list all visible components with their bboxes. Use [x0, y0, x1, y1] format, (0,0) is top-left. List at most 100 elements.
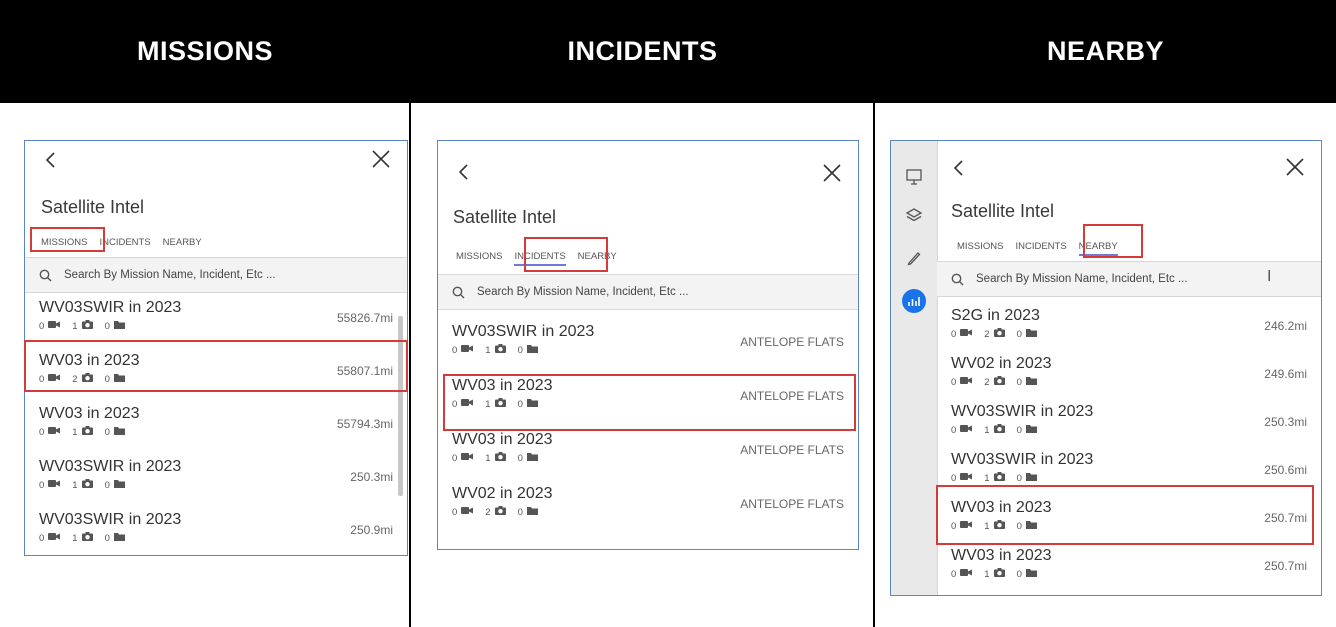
tab-nearby[interactable]: NEARBY: [572, 247, 623, 266]
list-item[interactable]: WV03SWIR in 2023 0 1 0 250.3mi: [25, 452, 407, 505]
media-counts: 0 1 0: [39, 479, 125, 491]
video-icon: [960, 568, 973, 580]
nav-bar: [937, 141, 1321, 181]
scrollbar[interactable]: [398, 316, 403, 496]
video-icon: [48, 373, 61, 385]
list-item[interactable]: WV03SWIR in 2023 0 1 0 250.3mi: [937, 397, 1321, 445]
video-icon: [461, 344, 474, 356]
row-value: ANTELOPE FLATS: [740, 335, 844, 349]
video-count: 0: [39, 479, 45, 491]
folder-icon: [526, 344, 538, 356]
list-item[interactable]: WV03 in 2023 0 1 0 250.7mi: [937, 493, 1321, 541]
tab-missions[interactable]: MISSIONS: [951, 237, 1009, 256]
back-icon[interactable]: [452, 159, 478, 185]
analytics-icon[interactable]: [902, 289, 926, 313]
camera-icon: [81, 479, 93, 491]
camera-icon: [993, 472, 1005, 484]
text-cursor-icon: I: [1267, 268, 1272, 285]
search-input[interactable]: Search By Mission Name, Incident, Etc ..…: [64, 269, 276, 281]
list-item[interactable]: WV03 in 2023 0 1 0 250.7mi: [937, 541, 1321, 589]
folder-icon: [113, 479, 125, 491]
search-bar[interactable]: Search By Mission Name, Incident, Etc ..…: [25, 257, 407, 293]
search-bar[interactable]: Search By Mission Name, Incident, Etc ..…: [438, 274, 858, 310]
back-icon[interactable]: [39, 147, 65, 173]
camera-icon: [993, 568, 1005, 580]
tab-missions[interactable]: MISSIONS: [35, 233, 93, 252]
nearby-list: S2G in 2023 0 2 0 246.2mi WV02 in 2023 0…: [937, 301, 1321, 589]
tab-nearby[interactable]: NEARBY: [1073, 237, 1124, 256]
mission-name: WV02 in 2023: [951, 355, 1052, 372]
camera-icon: [993, 520, 1005, 532]
folder-icon: [526, 452, 538, 464]
tab-incidents[interactable]: INCIDENTS: [508, 247, 571, 266]
photo-count: 1: [984, 520, 990, 532]
layers-icon[interactable]: [902, 204, 926, 228]
tab-incidents[interactable]: INCIDENTS: [93, 233, 156, 252]
mission-name: WV03 in 2023: [39, 405, 140, 422]
folder-icon: [113, 426, 125, 438]
row-value: 55794.3mi: [336, 417, 393, 431]
mission-name: WV03SWIR in 2023: [951, 451, 1094, 468]
list-item[interactable]: WV03SWIR in 2023 0 1 0 ANTELOPE FLATS: [438, 317, 858, 371]
search-bar[interactable]: Search By Mission Name, Incident, Etc ..…: [937, 261, 1321, 297]
close-icon[interactable]: [367, 145, 395, 173]
file-count: 0: [104, 479, 110, 491]
list-item[interactable]: WV03 in 2023 0 1 0 ANTELOPE FLATS: [438, 371, 858, 425]
media-counts: 0 2 0: [951, 376, 1037, 388]
tab-bar: MISSIONS INCIDENTS NEARBY: [951, 237, 1124, 256]
file-count: 0: [1016, 520, 1022, 532]
presentation-icon[interactable]: [902, 165, 926, 189]
photo-count: 2: [485, 506, 491, 518]
search-input[interactable]: Search By Mission Name, Incident, Etc ..…: [477, 286, 689, 298]
tab-incidents[interactable]: INCIDENTS: [1009, 237, 1072, 256]
row-value: ANTELOPE FLATS: [740, 389, 844, 403]
list-item[interactable]: WV03 in 2023 0 1 0 ANTELOPE FLATS: [438, 425, 858, 479]
video-icon: [48, 320, 61, 332]
mission-name: WV03SWIR in 2023: [452, 323, 595, 340]
tab-missions[interactable]: MISSIONS: [450, 247, 508, 266]
photo-count: 1: [72, 426, 78, 438]
panel-title: Satellite Intel: [951, 201, 1055, 221]
list-item[interactable]: WV03SWIR in 2023 0 1 0 250.9mi: [25, 505, 407, 555]
photo-count: 1: [984, 568, 990, 580]
media-counts: 0 2 0: [951, 328, 1037, 340]
pencil-icon[interactable]: [902, 246, 926, 270]
close-icon[interactable]: [818, 159, 846, 187]
folder-icon: [1025, 472, 1037, 484]
list-item[interactable]: WV03SWIR in 2023 0 1 0 250.6mi: [937, 445, 1321, 493]
photo-count: 1: [72, 532, 78, 544]
tab-nearby[interactable]: NEARBY: [157, 233, 208, 252]
photo-count: 2: [984, 328, 990, 340]
mission-name: WV03 in 2023: [452, 377, 553, 394]
search-input[interactable]: Search By Mission Name, Incident, Etc ..…: [976, 273, 1188, 285]
video-icon: [48, 426, 61, 438]
camera-icon: [993, 328, 1005, 340]
list-item[interactable]: S2G in 2023 0 2 0 246.2mi: [937, 301, 1321, 349]
header-incidents: INCIDENTS: [567, 36, 718, 66]
video-count: 0: [951, 520, 957, 532]
list-item[interactable]: WV03SWIR in 2023 0 1 0 55826.7mi: [25, 293, 407, 346]
list-item[interactable]: WV02 in 2023 0 2 0 249.6mi: [937, 349, 1321, 397]
nav-bar: [25, 141, 407, 181]
header-nearby: NEARBY: [1046, 36, 1164, 66]
media-counts: 0 1 0: [452, 452, 538, 464]
list-item[interactable]: WV02 in 2023 0 2 0 ANTELOPE FLATS: [438, 479, 858, 533]
panel-title: Satellite Intel: [453, 207, 557, 227]
media-counts: 0 2 0: [452, 506, 538, 518]
folder-icon: [113, 373, 125, 385]
list-item[interactable]: WV03 in 2023 0 1 0 55794.3mi: [25, 399, 407, 452]
media-counts: 0 1 0: [452, 344, 538, 356]
header-bar: MISSIONS INCIDENTS NEARBY: [0, 0, 1336, 103]
back-icon[interactable]: [947, 155, 973, 181]
file-count: 0: [517, 344, 523, 356]
close-icon[interactable]: [1281, 153, 1309, 181]
search-icon: [39, 269, 52, 281]
video-icon: [960, 424, 973, 436]
list-item[interactable]: WV03 in 2023 0 2 0 55807.1mi: [25, 346, 407, 399]
tab-bar: MISSIONS INCIDENTS NEARBY: [450, 247, 623, 266]
mission-name: WV03 in 2023: [39, 352, 140, 369]
folder-icon: [113, 320, 125, 332]
video-icon: [960, 376, 973, 388]
folder-icon: [1025, 376, 1037, 388]
video-count: 0: [39, 426, 45, 438]
